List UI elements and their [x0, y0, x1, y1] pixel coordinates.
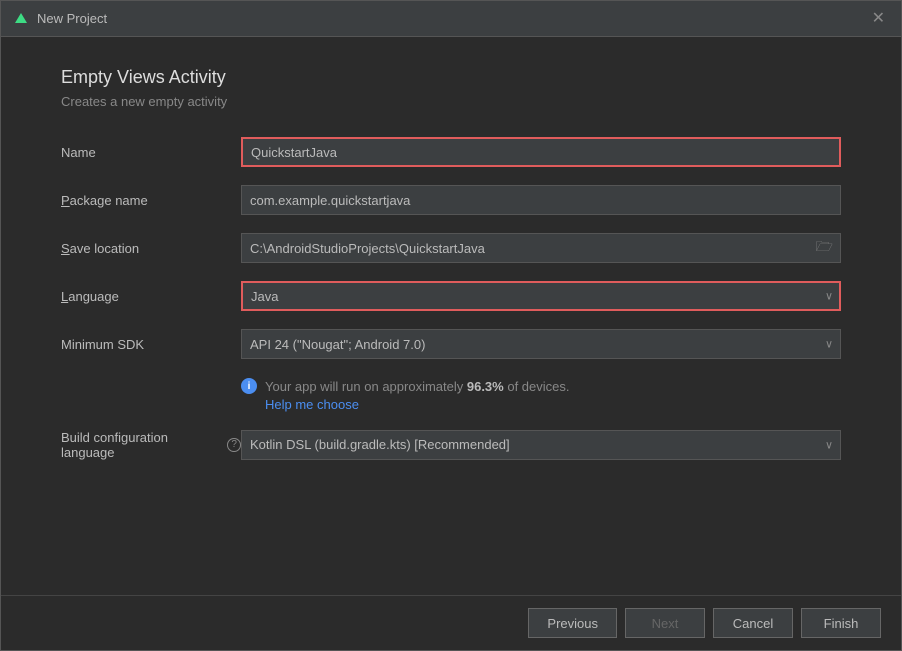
min-sdk-label: Minimum SDK	[61, 337, 241, 352]
new-project-dialog: New Project ✕ Empty Views Activity Creat…	[0, 0, 902, 651]
build-config-help-icon[interactable]: ?	[227, 438, 241, 452]
previous-button[interactable]: Previous	[528, 608, 617, 638]
language-select[interactable]: Java Kotlin	[241, 281, 841, 311]
min-sdk-select-wrapper: API 24 ("Nougat"; Android 7.0) API 21 ("…	[241, 329, 841, 359]
name-input[interactable]	[241, 137, 841, 167]
browse-folder-button[interactable]: 🗁	[814, 236, 835, 260]
dialog-title: New Project	[37, 11, 868, 26]
package-input[interactable]	[241, 185, 841, 215]
info-icon: i	[241, 378, 257, 394]
min-sdk-select[interactable]: API 24 ("Nougat"; Android 7.0) API 21 ("…	[241, 329, 841, 359]
build-config-select-wrapper: Kotlin DSL (build.gradle.kts) [Recommend…	[241, 430, 841, 460]
help-me-choose-link[interactable]: Help me choose	[265, 397, 359, 412]
name-label: Name	[61, 145, 241, 160]
title-bar: New Project ✕	[1, 1, 901, 37]
android-logo-icon	[13, 11, 29, 27]
location-input-wrapper: 🗁	[241, 233, 841, 263]
package-input-wrapper	[241, 185, 841, 215]
page-title: Empty Views Activity	[61, 67, 841, 88]
build-config-label: Build configuration language ?	[61, 430, 241, 460]
finish-button[interactable]: Finish	[801, 608, 881, 638]
page-subtitle: Creates a new empty activity	[61, 94, 841, 109]
folder-icon: 🗁	[816, 238, 833, 254]
language-row: Language Java Kotlin ∨	[61, 281, 841, 311]
name-input-wrapper	[241, 137, 841, 167]
language-label: Language	[61, 289, 241, 304]
location-input[interactable]	[241, 233, 841, 263]
package-label: Package name	[61, 193, 241, 208]
language-select-wrapper: Java Kotlin ∨	[241, 281, 841, 311]
build-config-select[interactable]: Kotlin DSL (build.gradle.kts) [Recommend…	[241, 430, 841, 460]
location-label: Save location	[61, 241, 241, 256]
build-config-row: Build configuration language ? Kotlin DS…	[61, 430, 841, 460]
cancel-button[interactable]: Cancel	[713, 608, 793, 638]
coverage-percentage: 96.3%	[467, 379, 504, 394]
name-row: Name	[61, 137, 841, 167]
device-coverage-text: Your app will run on approximately 96.3%…	[265, 377, 570, 397]
min-sdk-row: Minimum SDK API 24 ("Nougat"; Android 7.…	[61, 329, 841, 359]
info-text-block: Your app will run on approximately 96.3%…	[265, 377, 570, 412]
next-button[interactable]: Next	[625, 608, 705, 638]
dialog-content: Empty Views Activity Creates a new empty…	[1, 37, 901, 595]
info-row: i Your app will run on approximately 96.…	[241, 377, 841, 412]
package-row: Package name	[61, 185, 841, 215]
close-button[interactable]: ✕	[868, 9, 889, 29]
location-row: Save location 🗁	[61, 233, 841, 263]
dialog-footer: Previous Next Cancel Finish	[1, 595, 901, 650]
